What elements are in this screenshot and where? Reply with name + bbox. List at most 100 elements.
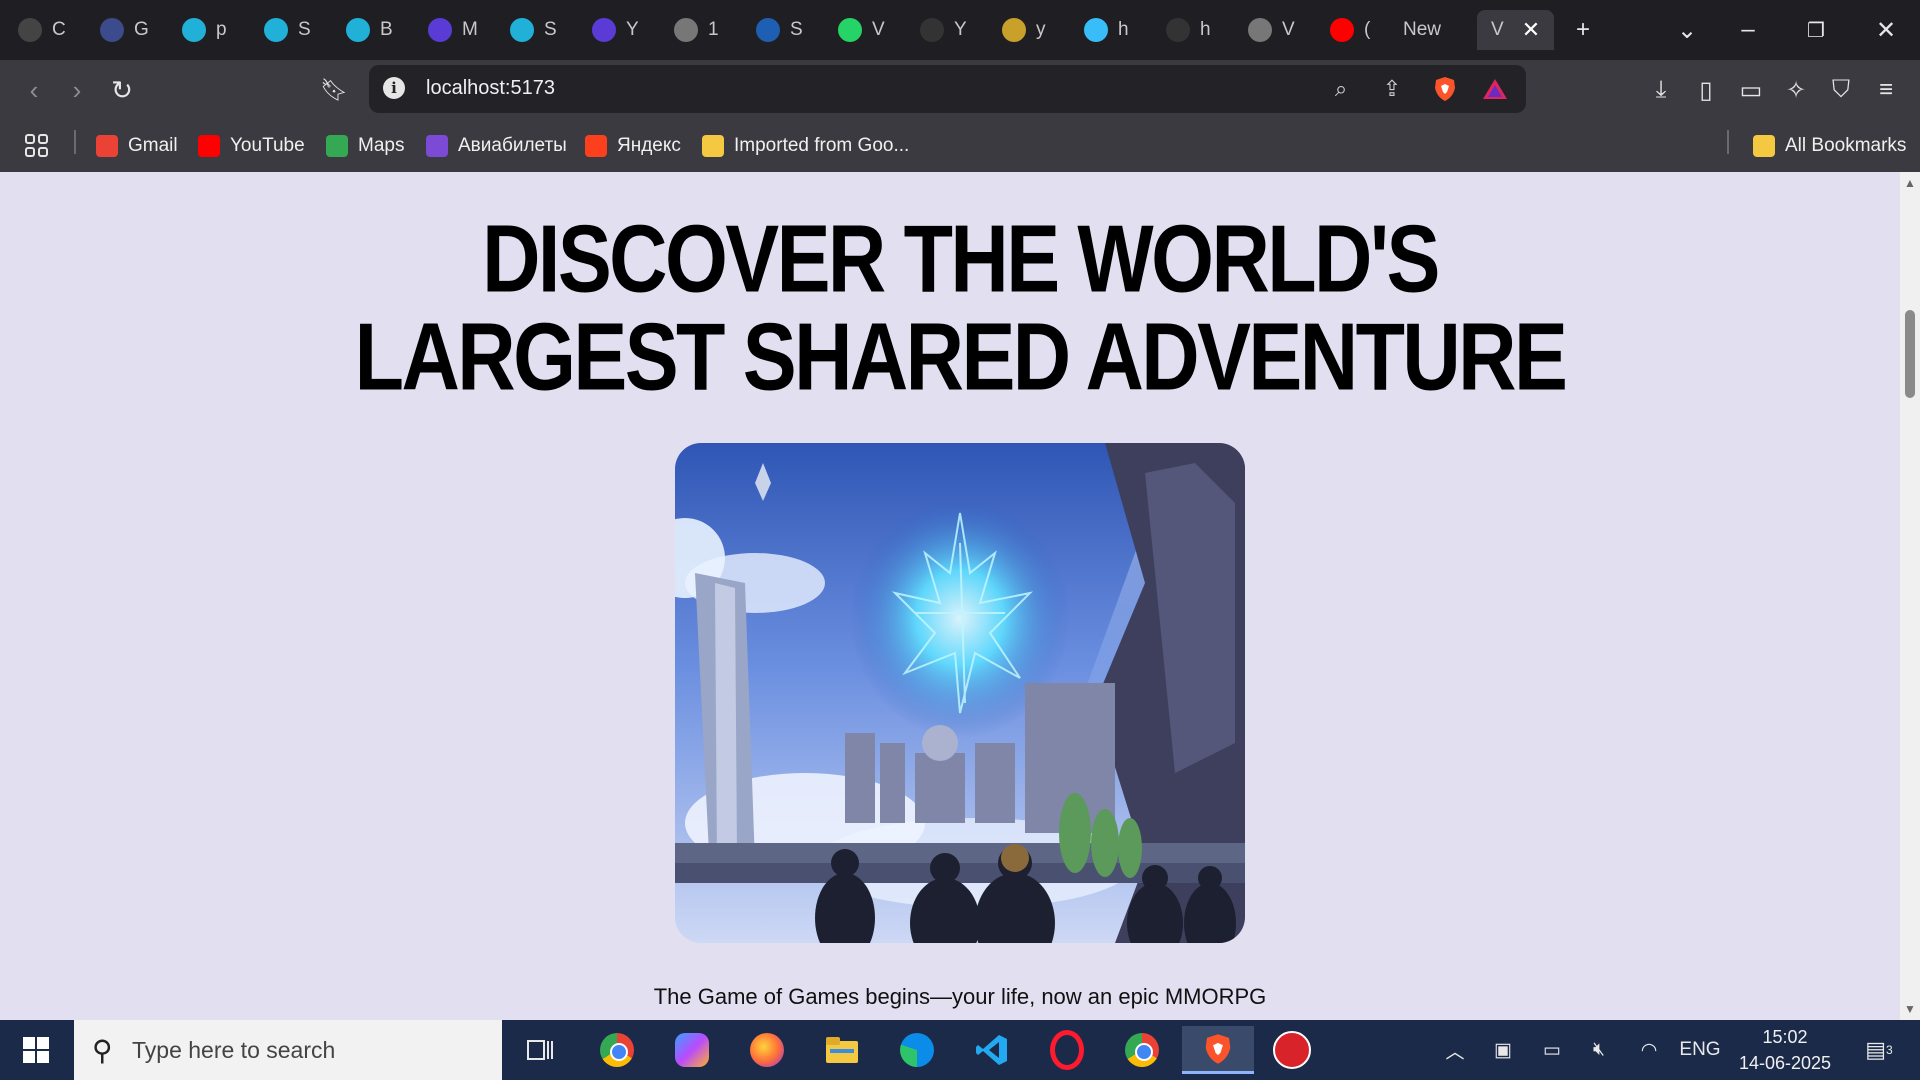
globe-icon [674, 18, 698, 42]
tab-title: C [52, 19, 66, 40]
notification-center-icon[interactable]: ▤ 3 [1854, 1020, 1904, 1080]
start-button[interactable] [0, 1020, 72, 1080]
tab[interactable]: S [510, 10, 557, 50]
meet-now-icon[interactable]: ▣ [1488, 1020, 1518, 1080]
github-icon [1166, 18, 1190, 42]
tab[interactable]: V ✕ [1477, 10, 1555, 50]
tab-title: M [462, 19, 478, 40]
tab[interactable]: New [1403, 10, 1441, 50]
bookmark-label: Imported from Goo... [734, 135, 910, 156]
hero-image [675, 443, 1245, 943]
tab[interactable]: h [1166, 10, 1211, 50]
site-info-icon[interactable]: i [383, 77, 405, 99]
edge-icon[interactable] [887, 1026, 947, 1074]
download-icon[interactable]: ⤓ [1641, 70, 1681, 110]
tab[interactable]: ( [1330, 10, 1370, 50]
copilot-icon[interactable] [662, 1026, 722, 1074]
tab[interactable]: V [1248, 10, 1295, 50]
zoom-icon[interactable]: ⌕ [1325, 73, 1357, 105]
tab[interactable]: Y [592, 10, 639, 50]
vpn-shield-icon[interactable]: ⛉ [1821, 70, 1861, 110]
canva-icon [264, 18, 288, 42]
battery-icon[interactable]: ▭ [1535, 1020, 1569, 1080]
tab[interactable]: M [428, 10, 478, 50]
task-view-icon[interactable] [510, 1026, 570, 1074]
show-hidden-icons-chevron-icon[interactable]: ︿ [1440, 1020, 1470, 1080]
bookmark-item[interactable]: Яндекс [585, 132, 681, 160]
gemini-icon [100, 18, 124, 42]
windows-taskbar: ⚲ Type here to search ︿ ▣ ▭ 🔇︎ ◠ ENG 15:… [0, 1020, 1920, 1080]
chrome-icon[interactable] [587, 1026, 647, 1074]
bookmark-label: YouTube [230, 135, 305, 156]
wallet-icon[interactable]: ▭ [1731, 70, 1771, 110]
menu-icon[interactable]: ≡ [1866, 70, 1906, 110]
firefox-icon[interactable] [737, 1026, 797, 1074]
clock-date: 14-06-2025 [1738, 1053, 1832, 1073]
brave-shields-icon[interactable] [1429, 73, 1461, 105]
tab-title: V [1282, 19, 1295, 40]
tab[interactable]: p [182, 10, 227, 50]
bookmark-item[interactable]: Авиабилеты [426, 132, 567, 160]
chrome-profile-icon[interactable] [1112, 1026, 1172, 1074]
scroll-thumb[interactable] [1905, 310, 1915, 398]
tab-strip: C Gp S B M S Y 1 S V Yy h h V(New V ✕ + ⌄ – ❐ ✕ [0, 0, 1920, 60]
close-tab-icon[interactable]: ✕ [1522, 17, 1540, 43]
address-bar[interactable]: i localhost:5173 ⌕ ⇪ [369, 65, 1526, 113]
tab-title: V [872, 19, 885, 40]
all-bookmarks[interactable]: All Bookmarks [1753, 132, 1906, 160]
tab[interactable]: S [264, 10, 311, 50]
close-window-icon[interactable]: ✕ [1866, 10, 1906, 50]
bookmark-item[interactable]: Imported from Goo... [702, 132, 909, 160]
world-of-tanks-icon[interactable] [1262, 1026, 1322, 1074]
bookmark-page-icon[interactable]: 🔖︎ [314, 70, 354, 110]
tab[interactable]: C [18, 10, 66, 50]
folder-icon [702, 135, 724, 157]
tab[interactable]: B [346, 10, 393, 50]
youtube-icon [198, 135, 220, 157]
tab[interactable]: G [100, 10, 149, 50]
canva-icon [510, 18, 534, 42]
sidebar-icon[interactable]: ▯ [1686, 70, 1726, 110]
address-text[interactable]: localhost:5173 [426, 77, 555, 100]
page-scrollbar[interactable]: ▲ ▼ [1900, 172, 1920, 1020]
bookmark-item[interactable]: YouTube [198, 132, 305, 160]
headline-line-1: DISCOVER THE WORLD'S [482, 204, 1440, 312]
bookmark-label: Maps [358, 135, 405, 156]
share-icon[interactable]: ⇪ [1376, 73, 1408, 105]
forward-icon[interactable]: › [57, 70, 97, 110]
reload-icon[interactable]: ↻ [102, 70, 142, 110]
taskbar-search[interactable]: ⚲ Type here to search [74, 1020, 502, 1080]
scroll-up-arrow-icon[interactable]: ▲ [1900, 176, 1920, 190]
restore-icon[interactable]: ❐ [1796, 10, 1836, 50]
leo-ai-icon[interactable]: ✧ [1776, 70, 1816, 110]
scroll-down-arrow-icon[interactable]: ▼ [1900, 1002, 1920, 1016]
new-tab-button[interactable]: + [1563, 10, 1603, 50]
clock[interactable]: 15:02 14-06-2025 [1725, 1024, 1845, 1076]
back-icon[interactable]: ‹ [14, 70, 54, 110]
tab[interactable]: h [1084, 10, 1129, 50]
bookmark-item[interactable]: Maps [326, 132, 404, 160]
file-explorer-icon[interactable] [812, 1026, 872, 1074]
minimize-icon[interactable]: – [1728, 10, 1768, 50]
tab[interactable]: y [1002, 10, 1046, 50]
volume-muted-icon[interactable]: 🔇︎ [1584, 1020, 1614, 1080]
clock-time: 15:02 [1762, 1027, 1808, 1047]
vscode-icon[interactable] [962, 1026, 1022, 1074]
language-indicator[interactable]: ENG [1678, 1020, 1722, 1080]
aviasales-icon [426, 135, 448, 157]
video-icon [428, 18, 452, 42]
tab[interactable]: V [838, 10, 885, 50]
tab-search-chevron-icon[interactable]: ⌄ [1667, 10, 1707, 50]
tab[interactable]: Y [920, 10, 967, 50]
swirl-icon [756, 18, 780, 42]
tab[interactable]: S [756, 10, 803, 50]
bookmark-item[interactable]: Gmail [96, 132, 178, 160]
brave-taskbar-icon[interactable] [1182, 1026, 1254, 1074]
brave-rewards-icon[interactable] [1479, 73, 1511, 105]
apps-grid-icon[interactable] [24, 132, 50, 160]
tab[interactable]: 1 [674, 10, 719, 50]
video-icon [592, 18, 616, 42]
notification-count: 3 [1886, 1043, 1893, 1057]
wifi-icon[interactable]: ◠ [1634, 1020, 1664, 1080]
opera-icon[interactable] [1037, 1026, 1097, 1074]
